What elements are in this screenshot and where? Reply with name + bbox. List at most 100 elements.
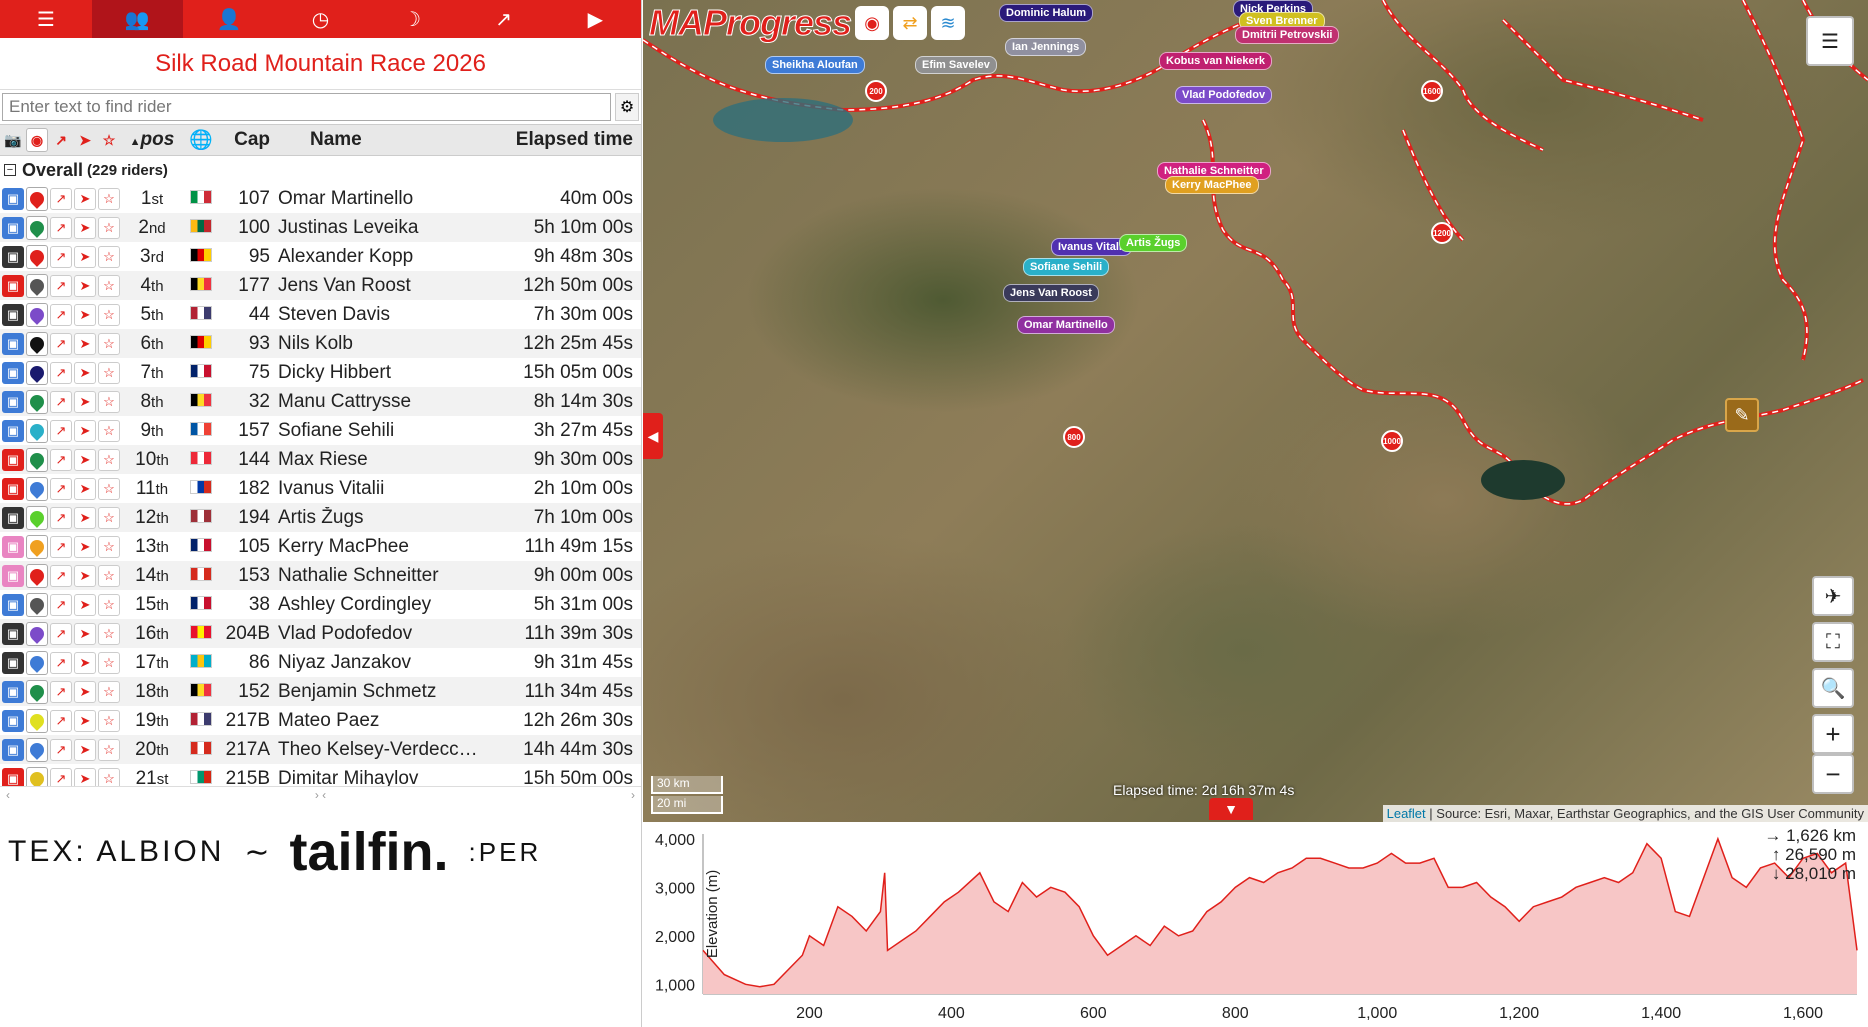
camera-header-icon[interactable]: 📷 [2, 128, 24, 152]
star-icon[interactable]: ☆ [98, 332, 120, 355]
name-header[interactable]: Name [274, 129, 481, 151]
time-header[interactable]: Elapsed time [481, 129, 641, 151]
sponsor-albion[interactable]: TEX: ALBION [8, 835, 224, 869]
map-view[interactable]: MAProgress ◉ ⇄ ≋ Dominic Halum Nick Perk… [643, 0, 1868, 822]
camera-icon[interactable]: ▣ [2, 216, 24, 239]
star-icon[interactable]: ☆ [98, 593, 120, 616]
rider-name[interactable]: Jens Van Roost [274, 275, 481, 297]
group-overall[interactable]: − Overall (229 riders) [0, 156, 641, 184]
maprogress-logo[interactable]: MAProgress ◉ ⇄ ≋ [648, 2, 966, 44]
map-pin-icon[interactable] [26, 186, 48, 211]
rider-name[interactable]: Nathalie Schneitter [274, 565, 481, 587]
star-icon[interactable]: ☆ [98, 448, 120, 471]
table-row[interactable]: ▣ ↗ ➤ ☆ 17th 86 Niyaz Janzakov 9h 31m 45… [0, 648, 641, 677]
locate-icon[interactable]: ➤ [74, 506, 96, 529]
map-rider-label[interactable]: Kerry MacPhee [1165, 176, 1259, 194]
map-rider-label[interactable]: Dominic Halum [999, 4, 1094, 22]
star-icon[interactable]: ☆ [98, 535, 120, 558]
plane-icon[interactable]: ✈ [1812, 576, 1854, 616]
camera-icon[interactable]: ▣ [2, 738, 24, 761]
profile-icon[interactable]: ↗ [50, 593, 72, 616]
map-pin-icon[interactable] [26, 563, 48, 588]
rider-name[interactable]: Alexander Kopp [274, 246, 481, 268]
map-pin-icon[interactable] [26, 389, 48, 414]
rider-name[interactable]: Vlad Podofedov [274, 623, 481, 645]
camera-icon[interactable]: ▣ [2, 680, 24, 703]
chevron-down-icon[interactable]: ▼ [1209, 798, 1253, 820]
star-icon[interactable]: ☆ [98, 187, 120, 210]
camera-icon[interactable]: ▣ [2, 187, 24, 210]
profile-icon[interactable]: ↗ [50, 245, 72, 268]
fullscreen-icon[interactable]: ⛶ [1812, 622, 1854, 662]
map-pin-icon[interactable] [26, 505, 48, 530]
star-header-icon[interactable]: ☆ [98, 128, 120, 152]
camera-icon[interactable]: ▣ [2, 767, 24, 786]
rider-icon[interactable]: 👤 [183, 0, 275, 38]
star-icon[interactable]: ☆ [98, 622, 120, 645]
locate-header-icon[interactable]: ➤ [74, 128, 96, 152]
star-icon[interactable]: ☆ [98, 738, 120, 761]
profile-icon[interactable]: ↗ [50, 709, 72, 732]
map-pin-icon[interactable] [26, 273, 48, 298]
rider-name[interactable]: Omar Martinello [274, 188, 481, 210]
map-pin-icon[interactable] [26, 534, 48, 559]
profile-icon[interactable]: ↗ [50, 187, 72, 210]
locate-icon[interactable]: ➤ [74, 477, 96, 500]
locate-icon[interactable]: ➤ [74, 303, 96, 326]
table-row[interactable]: ▣ ↗ ➤ ☆ 14th 153 Nathalie Schneitter 9h … [0, 561, 641, 590]
rider-name[interactable]: Manu Cattrysse [274, 391, 481, 413]
star-icon[interactable]: ☆ [98, 390, 120, 413]
moon-icon[interactable]: ☽ [366, 0, 458, 38]
table-row[interactable]: ▣ ↗ ➤ ☆ 3rd 95 Alexander Kopp 9h 48m 30s [0, 242, 641, 271]
camera-icon[interactable]: ▣ [2, 709, 24, 732]
rider-name[interactable]: Dicky Hibbert [274, 362, 481, 384]
locate-icon[interactable]: ➤ [74, 245, 96, 268]
profile-icon[interactable]: ↗ [50, 564, 72, 587]
map-rider-label[interactable]: Dmitrii Petrovskii [1235, 26, 1340, 44]
star-icon[interactable]: ☆ [98, 274, 120, 297]
locate-icon[interactable]: ➤ [74, 361, 96, 384]
camera-icon[interactable]: ▣ [2, 622, 24, 645]
rider-name[interactable]: Max Riese [274, 449, 481, 471]
camera-icon[interactable]: ▣ [2, 564, 24, 587]
camera-icon[interactable]: ▣ [2, 535, 24, 558]
map-rider-label[interactable]: Kobus van Niekerk [1159, 52, 1273, 70]
profile-icon[interactable]: ↗ [50, 390, 72, 413]
profile-icon[interactable]: ↗ [50, 651, 72, 674]
table-row[interactable]: ▣ ↗ ➤ ☆ 7th 75 Dicky Hibbert 15h 05m 00s [0, 358, 641, 387]
map-pin-icon[interactable] [26, 650, 48, 675]
locate-icon[interactable]: ➤ [74, 535, 96, 558]
rider-name[interactable]: Sofiane Sehili [274, 420, 481, 442]
camera-icon[interactable]: ▣ [2, 303, 24, 326]
map-pin-icon[interactable] [26, 244, 48, 269]
table-row[interactable]: ▣ ↗ ➤ ☆ 5th 44 Steven Davis 7h 30m 00s [0, 300, 641, 329]
rider-name[interactable]: Artis Žugs [274, 507, 481, 529]
layers-icon[interactable]: ☰ [1806, 16, 1854, 66]
camera-icon[interactable]: ▣ [2, 448, 24, 471]
rider-name[interactable]: Nils Kolb [274, 333, 481, 355]
profile-icon[interactable]: ↗ [50, 477, 72, 500]
map-pin-icon[interactable] [26, 679, 48, 704]
table-row[interactable]: ▣ ↗ ➤ ☆ 12th 194 Artis Žugs 7h 10m 00s [0, 503, 641, 532]
star-icon[interactable]: ☆ [98, 245, 120, 268]
cap-header[interactable]: Cap [218, 129, 274, 151]
map-pin-icon[interactable] [26, 331, 48, 356]
map-pin-icon[interactable] [26, 476, 48, 501]
locate-icon[interactable]: ➤ [74, 767, 96, 786]
profile-icon[interactable]: ↗ [50, 361, 72, 384]
gear-icon[interactable]: ⚙ [615, 93, 639, 121]
locate-icon[interactable]: ➤ [74, 332, 96, 355]
map-rider-label[interactable]: Omar Martinello [1017, 316, 1115, 334]
locate-icon[interactable]: ➤ [74, 216, 96, 239]
rider-name[interactable]: Steven Davis [274, 304, 481, 326]
camera-icon[interactable]: ▣ [2, 651, 24, 674]
locate-icon[interactable]: ➤ [74, 419, 96, 442]
profile-icon[interactable]: ↗ [50, 303, 72, 326]
star-icon[interactable]: ☆ [98, 303, 120, 326]
profile-icon[interactable]: ↗ [50, 680, 72, 703]
table-row[interactable]: ▣ ↗ ➤ ☆ 10th 144 Max Riese 9h 30m 00s [0, 445, 641, 474]
table-row[interactable]: ▣ ↗ ➤ ☆ 4th 177 Jens Van Roost 12h 50m 0… [0, 271, 641, 300]
rider-name[interactable]: Kerry MacPhee [274, 536, 481, 558]
table-row[interactable]: ▣ ↗ ➤ ☆ 2nd 100 Justinas Leveika 5h 10m … [0, 213, 641, 242]
rider-name[interactable]: Benjamin Schmetz [274, 681, 481, 703]
